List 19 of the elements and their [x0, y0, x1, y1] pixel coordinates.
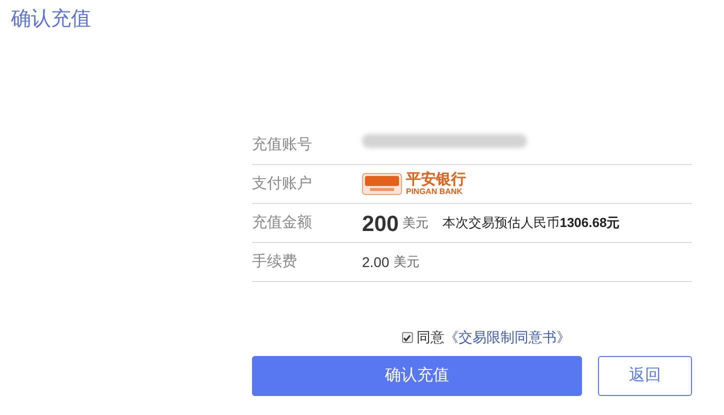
field-label: 充值金额: [252, 212, 313, 233]
bank-logo-icon: [362, 173, 402, 195]
agreement-link[interactable]: 《交易限制同意书》: [444, 327, 570, 348]
field-label: 充值账号: [252, 134, 313, 155]
page-title: 确认充值: [11, 7, 91, 32]
check-icon: [403, 334, 411, 342]
field-label: 支付账户: [252, 174, 313, 194]
agree-label: 同意: [416, 328, 444, 347]
fee-value: 2.00: [362, 252, 390, 272]
confirm-button[interactable]: 确认充值: [252, 356, 582, 396]
back-button[interactable]: 返回: [598, 356, 692, 396]
currency-unit: 美元: [393, 253, 420, 272]
currency-unit: 美元: [402, 214, 429, 232]
rmb-estimate: 本次交易预估人民币1306.68元: [442, 214, 620, 232]
field-label: 手续费: [252, 252, 298, 272]
agree-checkbox[interactable]: [402, 332, 412, 343]
bank-name-english: PINGAN BANK: [406, 188, 464, 196]
bank-name: 平安银行: [406, 172, 466, 187]
amount-value: 200: [362, 210, 399, 238]
